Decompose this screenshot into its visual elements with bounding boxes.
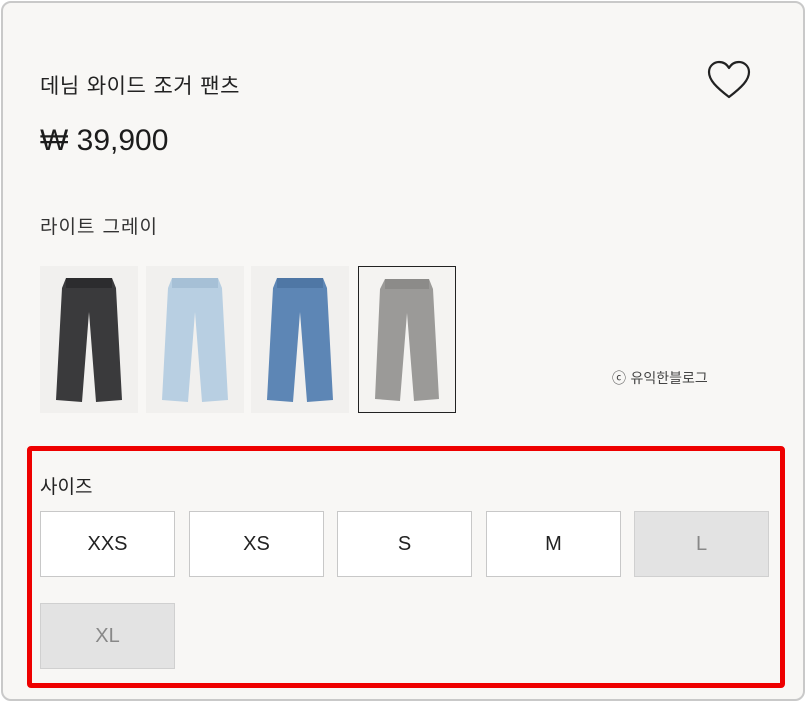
product-price: ₩ 39,900 xyxy=(40,124,169,157)
size-button-xxs[interactable]: XXS xyxy=(40,511,175,577)
heart-outline-icon xyxy=(707,60,751,99)
size-button-xs[interactable]: XS xyxy=(189,511,324,577)
size-button-xl[interactable]: XL xyxy=(40,603,175,669)
color-swatch-light-gray[interactable] xyxy=(358,266,456,413)
size-button-l[interactable]: L xyxy=(634,511,769,577)
size-label: 사이즈 xyxy=(40,476,93,498)
pants-thumbnail xyxy=(267,278,333,402)
color-swatch-light-blue[interactable] xyxy=(146,266,244,413)
pants-thumbnail xyxy=(375,279,439,401)
color-swatch-mid-blue[interactable] xyxy=(251,266,349,413)
watermark-text: ⓒ 유익한블로그 xyxy=(612,371,708,387)
size-button-m[interactable]: M xyxy=(486,511,621,577)
wishlist-button[interactable] xyxy=(706,60,752,102)
pants-thumbnail xyxy=(162,278,228,402)
size-button-s[interactable]: S xyxy=(337,511,472,577)
selected-color-label: 라이트 그레이 xyxy=(40,216,158,238)
color-swatch-black[interactable] xyxy=(40,266,138,413)
product-title: 데님 와이드 조거 팬츠 xyxy=(40,74,240,98)
pants-thumbnail xyxy=(56,278,122,402)
